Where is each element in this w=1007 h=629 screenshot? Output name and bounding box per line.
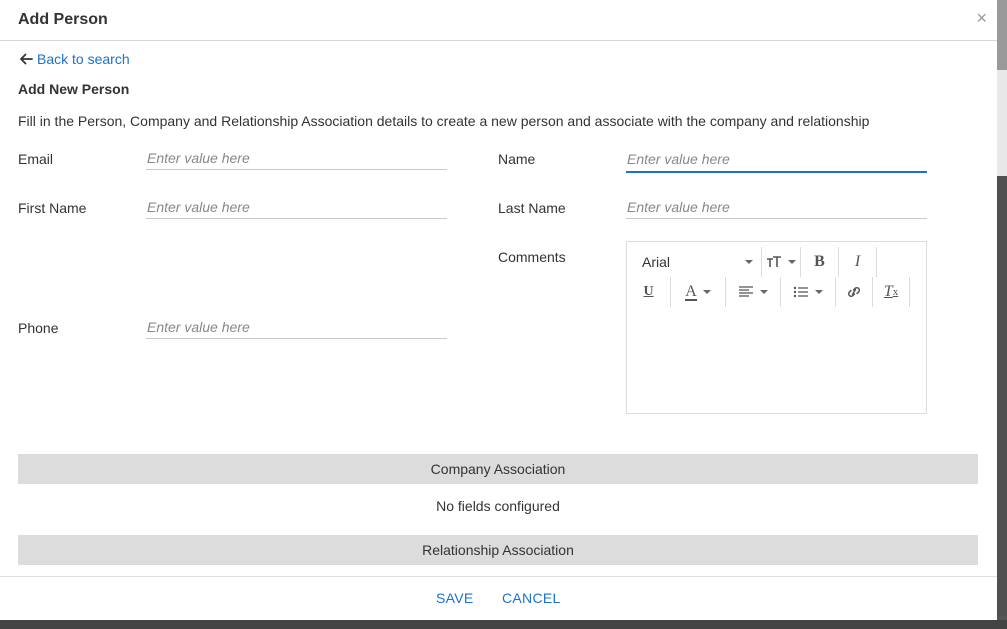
backdrop	[997, 0, 1007, 629]
dialog-title: Add Person	[18, 11, 108, 28]
align-button[interactable]	[726, 277, 780, 307]
last-name-label: Last Name	[498, 200, 566, 216]
dialog-footer: SAVE CANCEL	[0, 576, 997, 620]
font-size-button[interactable]	[762, 247, 800, 277]
email-label: Email	[18, 151, 54, 167]
backdrop-strip	[997, 0, 1007, 70]
phone-label: Phone	[18, 320, 59, 336]
chevron-down-icon	[788, 260, 796, 264]
font-family-value: Arial	[642, 254, 671, 270]
editor-toolbar-row-1: Arial B I	[627, 247, 877, 277]
close-icon[interactable]: ×	[976, 9, 987, 27]
dialog-header: Add Person ×	[0, 0, 997, 41]
first-name-label: First Name	[18, 200, 87, 216]
backdrop-strip	[997, 70, 1007, 80]
backdrop-bottom	[0, 620, 1007, 629]
company-association-header: Company Association	[18, 454, 978, 484]
phone-field[interactable]	[146, 315, 447, 339]
email-field[interactable]	[146, 146, 447, 170]
link-button[interactable]	[836, 277, 872, 307]
list-icon	[793, 286, 808, 298]
align-icon	[739, 286, 753, 297]
bold-icon[interactable]: B	[801, 247, 838, 277]
editor-toolbar-row-2: U A T x	[627, 277, 910, 307]
font-family-select[interactable]: Arial	[627, 247, 761, 277]
back-link-label: Back to search	[37, 51, 130, 67]
section-title: Add New Person	[18, 81, 130, 97]
text-color-button[interactable]: A	[671, 277, 725, 307]
underline-icon[interactable]: U	[627, 277, 670, 307]
arrow-left-icon	[20, 53, 33, 65]
comments-editor-body[interactable]	[627, 312, 926, 413]
save-button[interactable]: SAVE	[436, 590, 474, 606]
chevron-down-icon	[815, 290, 823, 294]
backdrop-strip	[997, 176, 1007, 616]
comments-editor: Arial B I U A T x	[626, 241, 927, 414]
name-label: Name	[498, 151, 536, 167]
toolbar-divider	[876, 247, 877, 277]
link-icon	[847, 286, 861, 298]
font-size-icon	[767, 256, 781, 267]
clear-format-icon[interactable]: Tx	[873, 277, 909, 307]
italic-icon[interactable]: I	[839, 247, 876, 277]
backdrop-strip	[997, 80, 1007, 176]
relationship-association-header: Relationship Association	[18, 535, 978, 565]
chevron-down-icon	[745, 260, 753, 264]
cancel-button[interactable]: CANCEL	[502, 590, 561, 606]
back-to-search-link[interactable]: Back to search	[18, 51, 130, 67]
name-field[interactable]	[626, 146, 927, 173]
first-name-field[interactable]	[146, 195, 447, 219]
list-button[interactable]	[781, 277, 835, 307]
last-name-field[interactable]	[626, 195, 927, 219]
dialog-description: Fill in the Person, Company and Relation…	[18, 113, 870, 129]
chevron-down-icon	[760, 290, 768, 294]
chevron-down-icon	[702, 290, 711, 294]
comments-label: Comments	[498, 249, 566, 265]
text-color-icon: A	[685, 282, 697, 301]
add-person-dialog: Add Person × Back to search Add New Pers…	[0, 0, 997, 620]
company-association-empty: No fields configured	[436, 498, 560, 514]
toolbar-divider	[909, 277, 910, 307]
